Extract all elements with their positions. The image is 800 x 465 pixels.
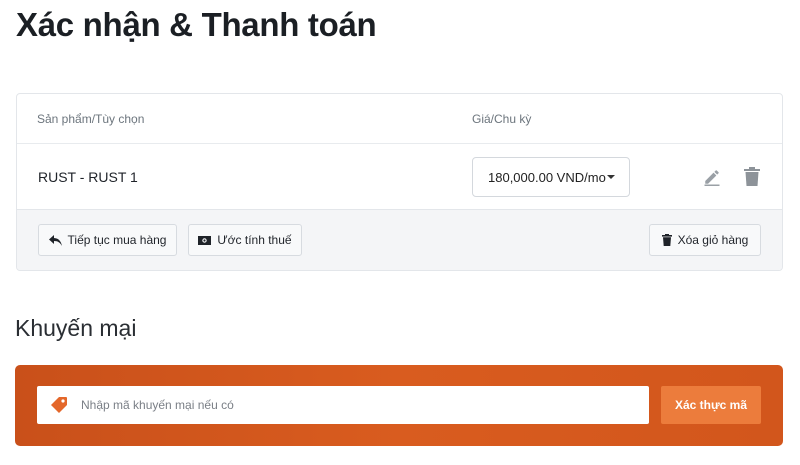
empty-cart-label: Xóa giỏ hàng bbox=[677, 233, 749, 247]
cart-card: Sản phẩm/Tùy chọn Giá/Chu kỳ RUST - RUST… bbox=[16, 93, 783, 271]
page-title: Xác nhận & Thanh toán bbox=[16, 6, 377, 43]
promo-section-title: Khuyến mại bbox=[15, 315, 137, 341]
trash-icon[interactable] bbox=[744, 167, 760, 186]
empty-cart-button[interactable]: Xóa giỏ hàng bbox=[649, 224, 761, 256]
column-header-price: Giá/Chu kỳ bbox=[472, 112, 532, 126]
product-name: RUST - RUST 1 bbox=[38, 169, 138, 185]
cart-actions: Tiếp tục mua hàng Ước tính thuế Xóa giỏ … bbox=[17, 210, 782, 270]
money-icon bbox=[198, 235, 212, 245]
trash-icon bbox=[661, 234, 672, 246]
cart-item-row: RUST - RUST 1 180,000.00 VND/mo bbox=[17, 144, 782, 210]
column-header-product: Sản phẩm/Tùy chọn bbox=[37, 112, 145, 126]
promo-box: Xác thực mã bbox=[15, 365, 783, 446]
validate-code-button[interactable]: Xác thực mã bbox=[661, 386, 761, 424]
estimate-tax-button[interactable]: Ước tính thuế bbox=[188, 224, 302, 256]
edit-icon[interactable] bbox=[703, 168, 721, 186]
cart-header: Sản phẩm/Tùy chọn Giá/Chu kỳ bbox=[17, 94, 782, 144]
estimate-tax-label: Ước tính thuế bbox=[217, 233, 292, 247]
promo-code-input[interactable] bbox=[81, 386, 641, 424]
promo-input-wrapper bbox=[37, 386, 649, 424]
continue-shopping-button[interactable]: Tiếp tục mua hàng bbox=[38, 224, 177, 256]
billing-cycle-select[interactable]: 180,000.00 VND/mo bbox=[472, 157, 630, 197]
tag-icon bbox=[51, 397, 67, 413]
reply-icon bbox=[48, 234, 62, 246]
continue-shopping-label: Tiếp tục mua hàng bbox=[67, 233, 167, 247]
caret-down-icon bbox=[607, 175, 615, 179]
billing-cycle-value: 180,000.00 VND/mo bbox=[488, 169, 606, 185]
